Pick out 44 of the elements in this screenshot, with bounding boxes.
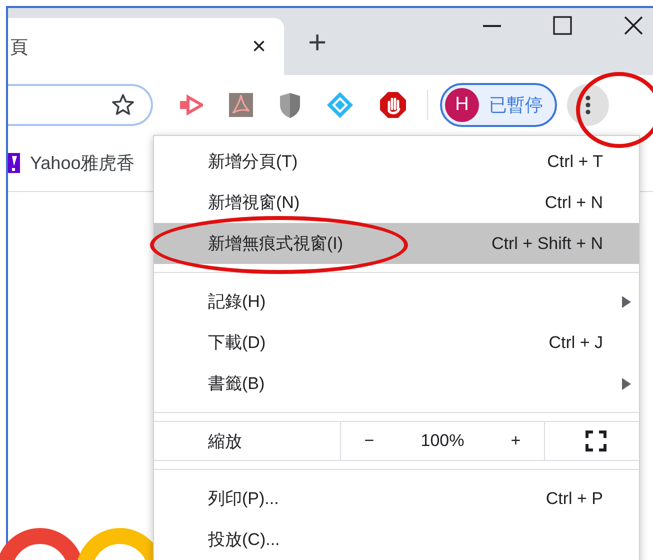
menu-item-label: 新增視窗(N)	[208, 192, 301, 214]
menu-item-label: 書籤(B)	[208, 373, 266, 395]
tab-close-button[interactable]: ×	[252, 32, 266, 60]
maximize-icon[interactable]	[553, 16, 572, 35]
bookmark-link[interactable]: Yahoo雅虎香	[30, 151, 135, 175]
browser-tab[interactable]: 頁 ×	[8, 18, 284, 75]
more-menu-icon	[585, 95, 591, 115]
menu-item[interactable]: 新增視窗(N) Ctrl + N	[154, 182, 639, 223]
menu-item[interactable]: 下載(D) Ctrl + J	[154, 322, 639, 363]
menu-item-label: 記錄(H)	[208, 291, 267, 313]
close-icon[interactable]	[624, 16, 643, 35]
new-tab-button[interactable]: +	[308, 24, 327, 61]
menu-item-label: 列印(P)...	[208, 488, 280, 510]
bookmark-favicon-icon	[8, 153, 20, 173]
fullscreen-icon[interactable]	[585, 430, 607, 452]
menu-item-label: 新增無痕式視窗(I)	[208, 233, 344, 255]
menu-item-label: 下載(D)	[208, 332, 267, 354]
zoom-out-button[interactable]: −	[364, 431, 374, 451]
arrow-extension-icon[interactable]	[179, 93, 203, 117]
menu-item-label: 新增分頁(T)	[208, 151, 299, 173]
shortcut-text: Ctrl + P	[546, 488, 603, 508]
star-icon[interactable]	[111, 93, 135, 117]
shield-icon[interactable]	[279, 92, 301, 118]
shortcut-text: Ctrl + N	[544, 192, 603, 212]
menu-item[interactable]: 書籤(B)	[154, 363, 639, 404]
hand-stop-icon[interactable]	[379, 91, 407, 119]
zoom-in-button[interactable]: +	[510, 431, 521, 451]
sync-status: 已暫停	[489, 94, 543, 117]
shortcut-text: Ctrl + J	[548, 332, 603, 352]
zoom-level: 100%	[420, 431, 464, 451]
profile-button[interactable]: H 已暫停	[440, 83, 557, 127]
menu-item[interactable]: 記錄(H)	[154, 281, 639, 322]
shortcut-text: Ctrl + T	[547, 152, 603, 172]
zoom-label: 縮放	[207, 430, 243, 452]
shortcut-text: Ctrl + Shift + N	[492, 234, 603, 254]
menu-item[interactable]: 新增無痕式視窗(I) Ctrl + Shift + N	[154, 223, 639, 264]
menu-item-label: 投放(C)...	[208, 529, 281, 551]
menu-item[interactable]: 投放(C)...	[154, 519, 639, 560]
menu-button[interactable]	[567, 84, 609, 126]
avatar-initial: H	[445, 88, 479, 122]
menu-item[interactable]: 列印(P)... Ctrl + P	[154, 478, 639, 519]
minimize-icon[interactable]	[483, 24, 501, 26]
tab-title: 頁	[10, 36, 28, 58]
menu-item[interactable]: 新增分頁(T) Ctrl + T	[154, 141, 639, 182]
